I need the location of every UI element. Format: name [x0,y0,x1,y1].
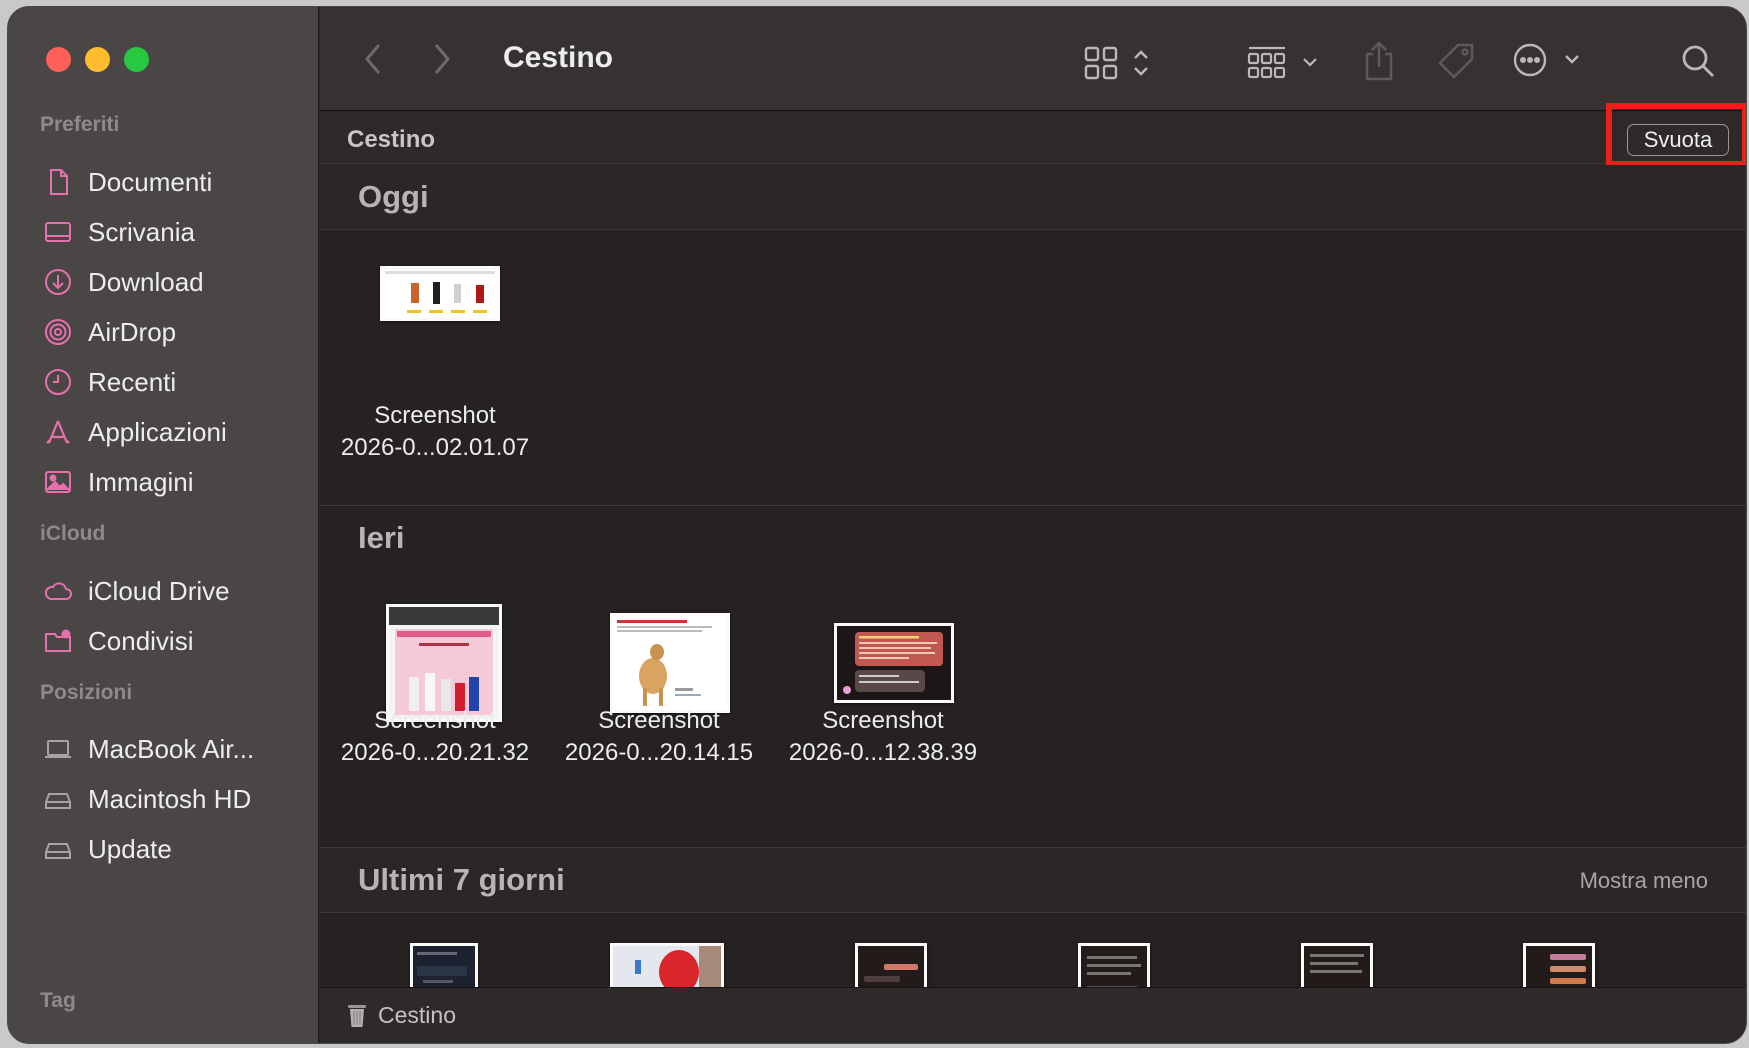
file-grid: Oggi Screenshot 2026-0...02.01.07 Ieri S… [320,165,1746,987]
group-header-today: Oggi [320,165,1746,230]
sidebar-item-label: MacBook Air... [88,733,255,764]
airdrop-icon [42,316,74,348]
clock-icon [42,366,74,398]
tag-button[interactable] [1434,39,1478,83]
sidebar-item-label: Scrivania [88,216,195,247]
sidebar-item-label: Update [88,833,172,864]
sidebar-item-macbook[interactable]: MacBook Air... [42,727,312,771]
sidebar-item-label: Applicazioni [88,416,227,447]
window-controls [46,47,149,72]
close-window-button[interactable] [46,47,71,72]
sidebar-item-pictures[interactable]: Immagini [42,460,312,504]
file-thumbnail [834,623,954,703]
sidebar-item-recents[interactable]: Recenti [42,360,312,404]
file-thumbnail[interactable] [1301,943,1373,987]
forward-button[interactable] [427,39,457,79]
group-header-yesterday: Ieri [320,506,1746,571]
file-name-line1: Screenshot [598,707,720,734]
cloud-icon [42,575,74,607]
file-thumbnail[interactable] [855,943,927,987]
zoom-window-button[interactable] [124,47,149,72]
group-title: Ultimi 7 giorni [358,862,565,897]
path-bar: Cestino Svuota [320,112,1746,164]
file-name-line1: Screenshot [822,707,944,734]
group-title: Oggi [358,179,429,214]
more-actions-button[interactable] [1512,40,1582,80]
photo-icon [42,466,74,498]
back-button[interactable] [358,39,388,79]
sidebar-item-desktop[interactable]: Scrivania [42,210,312,254]
laptop-icon [42,733,74,765]
group-title: Ieri [358,520,405,555]
file-thumbnail [380,266,500,321]
group-header-last-7-days: Ultimi 7 giorni Mostra meno [320,848,1746,913]
share-button[interactable] [1359,39,1399,83]
sidebar-section-icloud: iCloud [40,522,106,545]
sidebar-item-icloud-drive[interactable]: iCloud Drive [42,569,312,613]
sidebar-item-label: Condivisi [88,625,194,656]
path-bar-title: Cestino [347,126,436,153]
sidebar-item-label: Download [88,266,204,297]
chevron-left-icon [365,44,381,74]
sidebar-item-label: AirDrop [88,316,177,347]
file-name-line2: 2026-0...02.01.07 [340,434,530,461]
sidebar-item-label: Immagini [88,466,194,497]
search-button[interactable] [1678,41,1718,81]
file-thumbnail [610,613,730,713]
sidebar-section-locations: Posizioni [40,681,133,704]
file-name-line2: 2026-0...12.38.39 [788,739,978,766]
sidebar-item-label: Macintosh HD [88,783,252,814]
toolbar: Cestino [320,7,1746,111]
disk-icon [42,833,74,865]
sidebar-item-label: iCloud Drive [88,575,230,606]
search-icon [1682,45,1714,77]
group-by-button[interactable] [1246,43,1322,83]
sidebar-item-applications[interactable]: Applicazioni [42,410,312,454]
sidebar-section-favorites: Preferiti [40,113,120,136]
file-thumbnail[interactable] [610,943,724,987]
file-name-line1: Screenshot [374,402,496,429]
highlight-box [1606,103,1746,167]
grid-view-icon [1084,46,1148,80]
disk-icon [42,783,74,815]
share-icon [1365,41,1393,81]
shared-folder-icon [42,625,74,657]
applications-icon [42,416,74,448]
chevron-right-icon [434,44,450,74]
finder-window: Preferiti Documenti Scrivania Download A… [7,6,1747,1044]
sidebar-item-airdrop[interactable]: AirDrop [42,310,312,354]
file-thumbnail[interactable] [410,943,478,987]
sidebar-item-label: Recenti [88,366,177,397]
tag-icon [1438,43,1474,79]
status-bar: Cestino [320,987,1746,1043]
trash-icon [346,1001,368,1034]
file-thumbnail[interactable] [1078,943,1150,987]
sidebar-item-documents[interactable]: Documenti [42,160,312,204]
sidebar-item-shared[interactable]: Condivisi [42,619,312,663]
sidebar-item-download[interactable]: Download [42,260,312,304]
document-icon [42,166,74,198]
desktop-icon [42,216,74,248]
show-less-button[interactable]: Mostra meno [1580,868,1708,894]
file-name-line1: Screenshot [374,707,496,734]
sidebar-item-label: Documenti [88,166,213,197]
sidebar-item-macintosh-hd[interactable]: Macintosh HD [42,777,312,821]
group-by-icon [1247,46,1317,79]
window-title: Cestino [503,41,614,74]
status-bar-path: Cestino [378,1002,456,1028]
view-mode-button[interactable] [1083,43,1159,83]
ellipsis-circle-icon [1513,43,1579,77]
file-name-line2: 2026-0...20.21.32 [340,739,530,766]
file-thumbnail[interactable] [1523,943,1595,987]
minimize-window-button[interactable] [85,47,110,72]
sidebar-item-update[interactable]: Update [42,827,312,871]
sidebar-section-tags: Tag [40,989,76,1012]
download-icon [42,266,74,298]
sidebar: Preferiti Documenti Scrivania Download A… [8,7,319,1043]
file-name-line2: 2026-0...20.14.15 [564,739,754,766]
